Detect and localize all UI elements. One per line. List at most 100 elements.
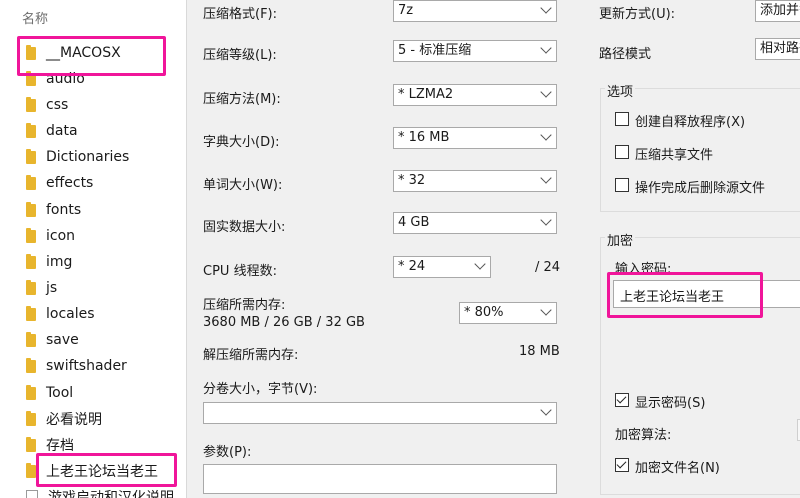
folder-icon [26, 279, 36, 295]
highlight-box-macosx [17, 36, 166, 76]
highlight-box-folder [36, 453, 177, 487]
word-size-label: 单词大小(W): [203, 178, 283, 193]
shared-files-checkbox-label: 压缩共享文件 [635, 148, 714, 163]
word-size-select[interactable]: * 32 [393, 170, 557, 192]
delete-after-checkbox[interactable] [615, 178, 629, 192]
solid-size-select-value: 4 GB [398, 215, 430, 230]
folder-icon [26, 96, 36, 112]
format-select[interactable]: 7z [393, 0, 557, 22]
list-item-label: icon [46, 228, 76, 244]
chevron-down-icon [540, 129, 552, 141]
compress-memory-value: 3680 MB / 26 GB / 32 GB [203, 315, 365, 330]
chevron-down-icon [540, 404, 552, 416]
solid-size-label: 固实数据大小: [203, 220, 286, 235]
threads-max: / 24 [535, 260, 561, 275]
list-item-label: 必看说明 [46, 412, 102, 428]
chevron-down-icon [540, 172, 552, 184]
method-select[interactable]: * LZMA2 [393, 84, 557, 106]
chevron-down-icon [540, 214, 552, 226]
name-column-header[interactable]: 名称 [22, 8, 48, 27]
path-mode-label: 路径模式 [599, 47, 652, 62]
delete-after-checkbox-label: 操作完成后删除源文件 [635, 181, 766, 196]
folder-icon [26, 410, 36, 426]
list-item-label: effects [46, 175, 94, 191]
dictionary-select-value: * 16 MB [398, 130, 450, 145]
folder-icon [26, 384, 36, 400]
list-item-label: Tool [46, 385, 74, 401]
list-item[interactable]: Dictionaries [26, 146, 129, 168]
folder-icon [26, 462, 36, 478]
folder-icon [26, 253, 36, 269]
list-item[interactable]: effects [26, 172, 93, 194]
list-item[interactable]: css [26, 94, 68, 116]
encryption-method-label: 加密算法: [615, 428, 672, 443]
folder-icon [26, 122, 36, 138]
list-item[interactable]: 必看说明 [26, 408, 102, 430]
list-item[interactable]: icon [26, 225, 75, 247]
list-item-label: data [46, 123, 78, 139]
memory-percent-select[interactable]: * 80% [459, 302, 557, 324]
decompress-memory-label: 解压缩所需内存: [203, 348, 299, 363]
shared-files-checkbox[interactable] [615, 145, 629, 159]
list-item[interactable]: Tool [26, 382, 73, 404]
chevron-down-icon [540, 304, 552, 316]
solid-size-select[interactable]: 4 GB [393, 212, 557, 234]
parameters-input[interactable] [203, 464, 557, 494]
dictionary-select[interactable]: * 16 MB [393, 127, 557, 149]
chevron-down-icon [540, 2, 552, 14]
list-item[interactable]: save [26, 329, 79, 351]
sfx-checkbox-label: 创建自释放程序(X) [635, 115, 746, 130]
list-item[interactable]: data [26, 120, 78, 142]
update-mode-value: 添加并替 [760, 3, 800, 18]
decompress-memory-value: 18 MB [519, 344, 560, 359]
chevron-down-icon [474, 258, 486, 270]
compress-memory-label: 压缩所需内存: [203, 298, 286, 313]
chevron-down-icon [540, 86, 552, 98]
list-item[interactable]: locales [26, 303, 95, 325]
split-size-label: 分卷大小，字节(V): [203, 382, 318, 397]
method-select-value: * LZMA2 [398, 87, 454, 102]
path-mode-select[interactable]: 相对路径 [755, 38, 800, 60]
show-password-checkbox[interactable] [615, 393, 629, 407]
folder-icon [26, 331, 36, 347]
list-item-label: 游戏启动和汉化说明 [48, 490, 174, 498]
folder-icon [26, 174, 36, 190]
list-item[interactable]: swiftshader [26, 355, 127, 377]
list-item-label: locales [46, 306, 95, 322]
file-icon [26, 489, 38, 498]
encrypt-names-checkbox-label: 加密文件名(N) [635, 461, 720, 476]
list-item-label: 存档 [46, 438, 74, 454]
list-item[interactable]: img [26, 251, 72, 273]
file-explorer-list: 名称 __MACOSX audio css data Dictionaries … [0, 0, 185, 498]
list-item-label: save [46, 332, 79, 348]
word-size-select-value: * 32 [398, 173, 426, 188]
memory-percent-value: * 80% [464, 305, 504, 320]
list-item[interactable]: 游戏启动和汉化说明 [26, 486, 174, 498]
update-mode-select[interactable]: 添加并替 [755, 0, 800, 22]
list-item-label: swiftshader [46, 358, 127, 374]
encrypt-names-checkbox[interactable] [615, 458, 629, 472]
threads-label: CPU 线程数: [203, 264, 277, 279]
show-password-checkbox-label: 显示密码(S) [635, 396, 706, 411]
level-select[interactable]: 5 - 标准压缩 [393, 40, 557, 62]
list-item-label: Dictionaries [46, 149, 130, 165]
list-item[interactable]: js [26, 277, 57, 299]
list-item[interactable]: fonts [26, 199, 81, 221]
list-item-label: js [46, 280, 58, 296]
folder-icon [26, 148, 36, 164]
folder-icon [26, 201, 36, 217]
threads-select[interactable]: * 24 [393, 256, 491, 278]
split-size-combo[interactable] [203, 402, 557, 424]
sfx-checkbox[interactable] [615, 112, 629, 126]
list-item-label: fonts [46, 202, 82, 218]
options-group-title: 选项 [605, 81, 636, 100]
parameters-label: 参数(P): [203, 445, 252, 460]
format-label: 压缩格式(F): [203, 7, 278, 22]
list-item-label: img [46, 254, 73, 270]
archive-settings-dialog: 压缩格式(F): 7z 压缩等级(L): 5 - 标准压缩 压缩方法(M): *… [186, 0, 800, 498]
update-mode-label: 更新方式(U): [599, 7, 676, 22]
highlight-box-password [607, 272, 763, 318]
folder-icon [26, 305, 36, 321]
encryption-group-title: 加密 [605, 230, 636, 249]
list-item-label: css [46, 97, 69, 113]
